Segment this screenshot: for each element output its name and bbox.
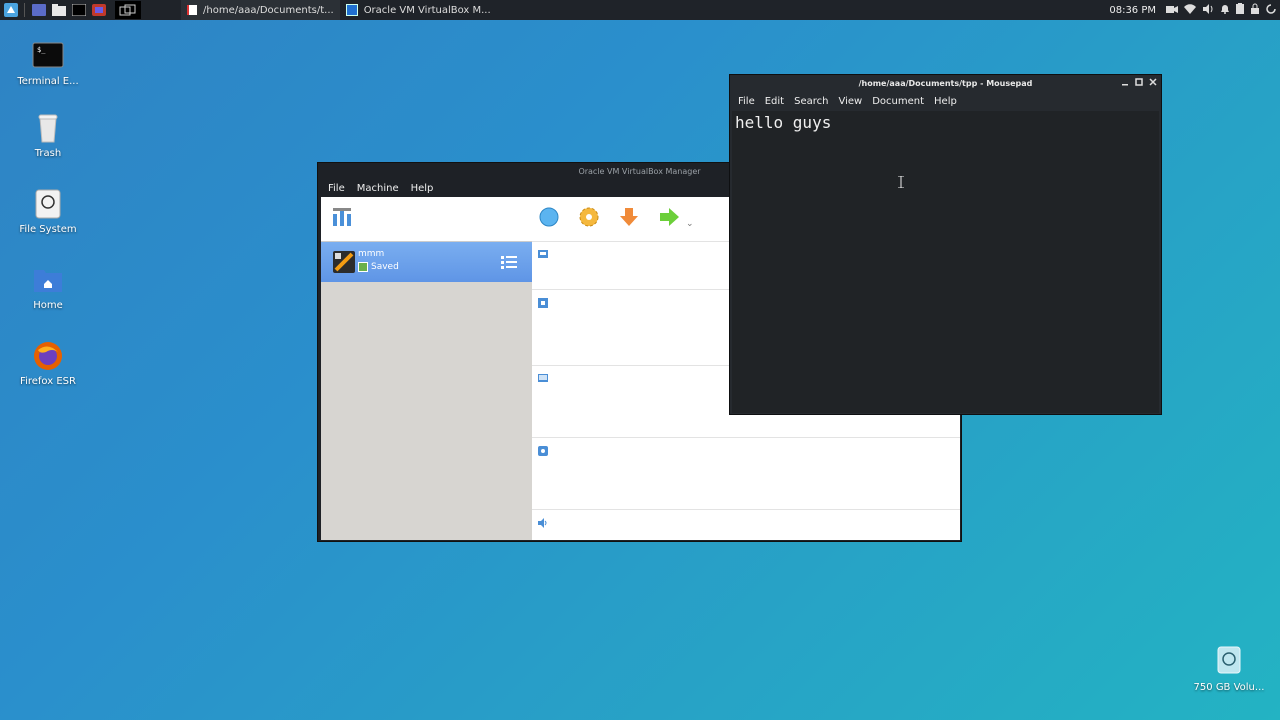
desktop-icon-volume[interactable]: 750 GB Volu...: [1189, 646, 1269, 693]
drive-icon: [32, 188, 64, 220]
audio-speaker-icon: [538, 513, 548, 528]
text-cursor-icon: [898, 173, 904, 189]
menu-search[interactable]: Search: [794, 96, 828, 107]
desktop-icon-home[interactable]: Home: [8, 264, 88, 311]
app-menu-icon[interactable]: [2, 1, 20, 19]
menubar: File Edit Search View Document Help: [730, 92, 1161, 110]
storage-icon: [538, 441, 548, 456]
volume-icon[interactable]: [1202, 3, 1214, 17]
panel-separator: [24, 3, 25, 17]
document-icon: [187, 5, 197, 15]
menu-edit[interactable]: Edit: [765, 96, 784, 107]
menu-file[interactable]: File: [738, 96, 755, 107]
new-icon[interactable]: [538, 206, 560, 232]
close-icon[interactable]: [1149, 75, 1157, 92]
window-controls: [1121, 75, 1157, 92]
window-title: /home/aaa/Documents/tpp - Mousepad: [730, 75, 1161, 92]
system-tray: 08:36 PM: [1109, 0, 1276, 20]
desktop-icon-label: Home: [33, 300, 63, 311]
text-editor-area[interactable]: hello guys: [732, 111, 1159, 413]
system-chip-icon: [538, 293, 548, 308]
file-manager-icon[interactable]: [52, 3, 66, 17]
vm-state-label: Saved: [371, 262, 399, 272]
firefox-icon: [32, 340, 64, 372]
desktop-icon-label: File System: [19, 224, 77, 235]
start-arrow-icon[interactable]: [658, 206, 680, 232]
media-launcher-icon[interactable]: [92, 3, 106, 17]
terminal-icon: $_: [32, 40, 64, 72]
desktop-icon-label: Trash: [34, 148, 62, 159]
details-section-audio: [532, 509, 960, 539]
top-panel: /home/aaa/Documents/t... Oracle VM Virtu…: [0, 0, 1280, 20]
desktop-icon-label: Firefox ESR: [20, 376, 76, 387]
saved-state-icon: [358, 262, 368, 272]
task-virtualbox[interactable]: Oracle VM VirtualBox M...: [340, 0, 497, 20]
machine-list-pane: mmm Saved: [321, 197, 532, 540]
menu-help[interactable]: Help: [934, 96, 957, 107]
menu-file[interactable]: File: [328, 183, 345, 194]
menu-view[interactable]: View: [838, 96, 862, 107]
desktop-icon-label: Terminal E...: [17, 76, 79, 87]
notification-bell-icon[interactable]: [1220, 4, 1230, 17]
network-icon[interactable]: [1184, 3, 1196, 17]
desktop-icon-label: 750 GB Volu...: [1193, 682, 1265, 693]
show-desktop-icon[interactable]: [32, 3, 46, 17]
vm-details-menu-icon[interactable]: [501, 254, 517, 274]
tools-icon[interactable]: [331, 206, 353, 232]
home-folder-icon: [32, 264, 64, 296]
vm-name: mmm: [358, 249, 385, 259]
clock[interactable]: 08:36 PM: [1109, 5, 1156, 16]
desktop-icon-filesystem[interactable]: File System: [8, 188, 88, 235]
workspace-switcher[interactable]: [115, 1, 141, 19]
camera-icon[interactable]: [1166, 4, 1178, 17]
trash-icon: [32, 112, 64, 144]
menu-document[interactable]: Document: [872, 96, 924, 107]
settings-gear-icon[interactable]: [578, 206, 600, 232]
terminal-launcher-icon[interactable]: [72, 3, 86, 17]
discard-arrow-icon[interactable]: [618, 206, 640, 232]
virtualbox-icon: [345, 4, 358, 16]
general-icon: [538, 245, 548, 258]
display-icon: [538, 369, 548, 382]
desktop-icon-terminal[interactable]: $_ Terminal E...: [8, 40, 88, 87]
task-mousepad[interactable]: /home/aaa/Documents/t...: [181, 0, 340, 20]
logout-icon[interactable]: [1266, 3, 1276, 17]
global-tools-row[interactable]: [321, 197, 532, 242]
mousepad-window[interactable]: /home/aaa/Documents/tpp - Mousepad File …: [729, 74, 1162, 415]
chevron-down-icon[interactable]: ⌄: [686, 219, 694, 229]
maximize-icon[interactable]: [1135, 75, 1143, 92]
details-section-storage: [532, 437, 960, 510]
task-label: /home/aaa/Documents/t...: [203, 4, 334, 16]
lock-icon[interactable]: [1250, 3, 1260, 17]
window-title-text: /home/aaa/Documents/tpp - Mousepad: [858, 79, 1033, 88]
svg-text:$_: $_: [37, 46, 46, 54]
menu-help[interactable]: Help: [411, 183, 434, 194]
vm-state: Saved: [358, 262, 399, 272]
battery-icon[interactable]: [1236, 3, 1244, 17]
task-label: Oracle VM VirtualBox M...: [363, 4, 491, 16]
desktop-icon-trash[interactable]: Trash: [8, 112, 88, 159]
minimize-icon[interactable]: [1121, 75, 1129, 92]
vm-os-icon: [333, 251, 355, 277]
desktop-icon-firefox[interactable]: Firefox ESR: [8, 340, 88, 387]
drive-icon: [1213, 646, 1245, 678]
document-text[interactable]: hello guys: [735, 113, 831, 132]
vm-list-item[interactable]: mmm Saved: [321, 242, 532, 282]
menu-machine[interactable]: Machine: [357, 183, 399, 194]
